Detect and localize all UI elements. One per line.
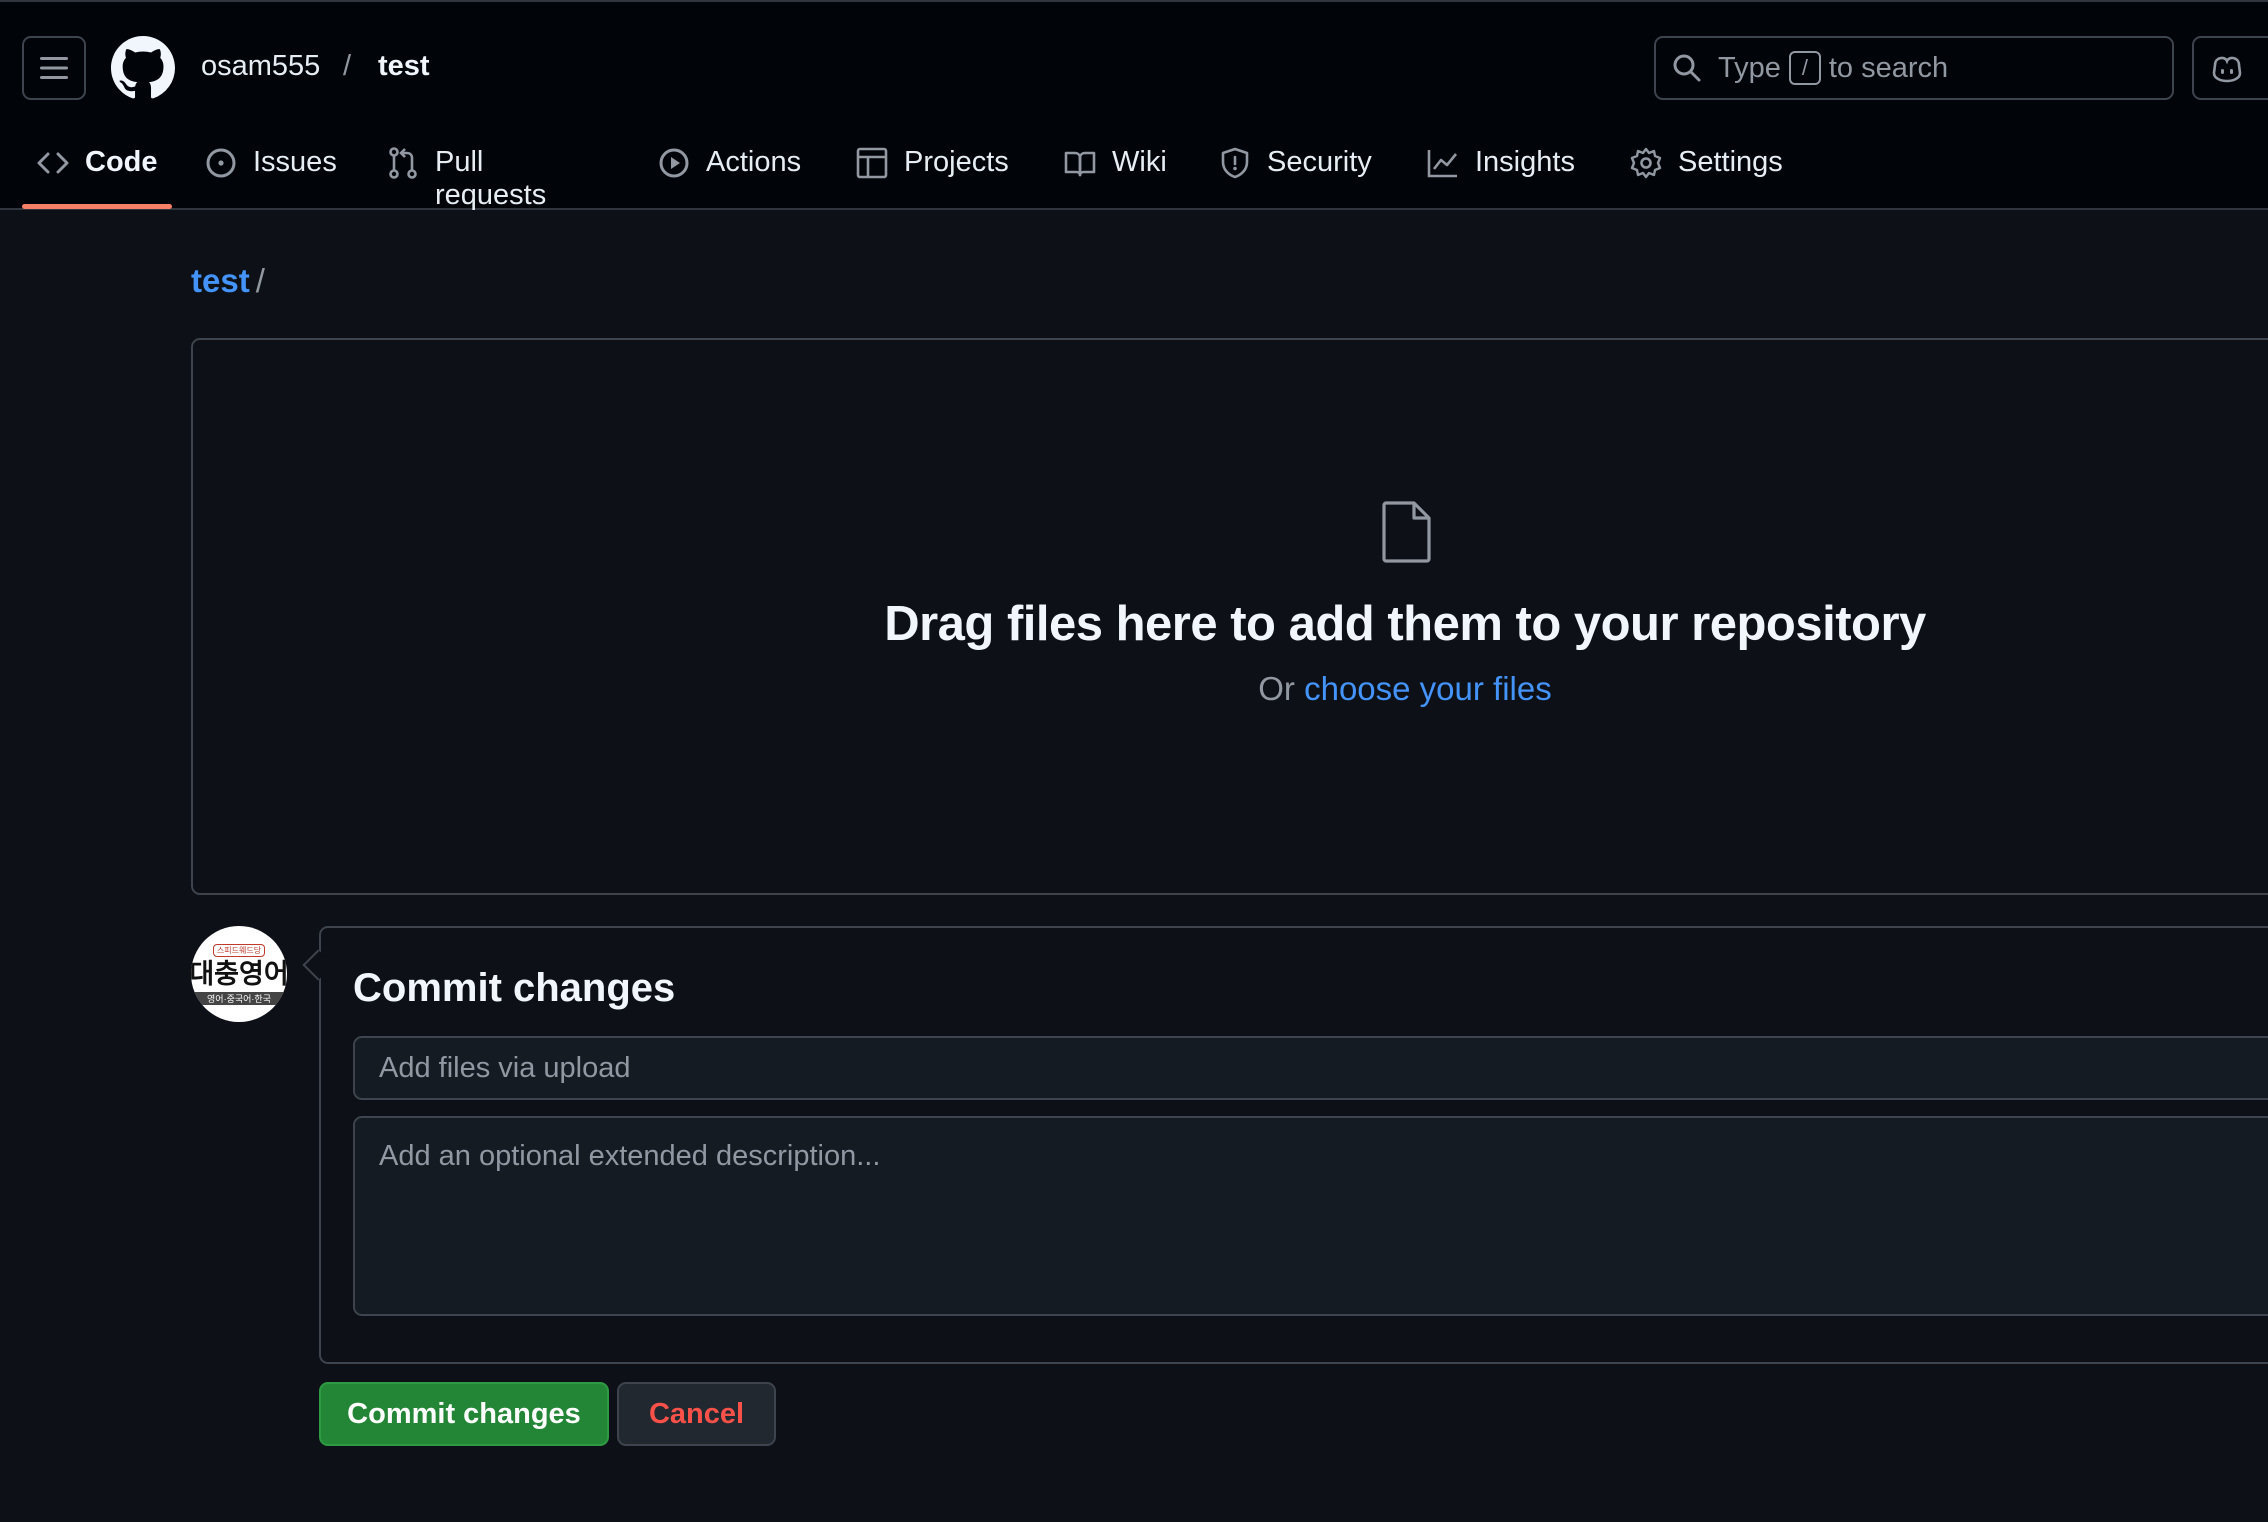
tab-label: Issues [253, 146, 337, 178]
tab-pull-requests[interactable]: Pull requests [387, 132, 547, 211]
search-suffix-text: to search [1828, 51, 1949, 84]
book-icon [1064, 151, 1096, 177]
copilot-button[interactable] [2192, 36, 2268, 100]
commit-title: Commit changes [353, 966, 676, 1010]
breadcrumb-owner-link[interactable]: osam555 [201, 50, 320, 83]
breadcrumb-separator: / [343, 50, 352, 82]
tab-label: Security [1267, 146, 1372, 178]
graph-icon [1427, 150, 1458, 178]
path-slash: / [255, 262, 265, 299]
avatar-main-text: 대충영어 [191, 958, 287, 989]
tab-label: Pull requests [435, 146, 547, 211]
gear-icon [1630, 147, 1662, 179]
commit-changes-button[interactable]: Commit changes [319, 1382, 609, 1446]
github-logo-icon[interactable] [111, 36, 175, 100]
avatar-bottom-text: 영어·중국어·한국 [191, 991, 287, 1005]
tab-label: Actions [706, 146, 802, 178]
search-icon [1673, 54, 1701, 82]
active-tab-indicator [22, 204, 172, 209]
tab-issues[interactable]: Issues [205, 132, 337, 210]
tab-label: Settings [1678, 146, 1783, 178]
file-path-breadcrumb: test / [191, 262, 265, 300]
commit-description-input[interactable] [353, 1116, 2268, 1316]
tab-wiki[interactable]: Wiki [1064, 132, 1167, 210]
global-header: osam555 / test Type / to search Code Iss… [0, 0, 2268, 211]
tab-label: Insights [1475, 146, 1575, 178]
search-shortcut-key: / [1788, 51, 1821, 85]
breadcrumb-repo-link[interactable]: test [378, 50, 430, 83]
tab-settings[interactable]: Settings [1630, 132, 1783, 210]
path-repo-link[interactable]: test [191, 262, 250, 299]
dropzone-or-text: Or [1258, 670, 1295, 707]
tab-label: Wiki [1112, 146, 1167, 178]
file-icon [1382, 501, 1431, 563]
tab-label: Projects [904, 146, 1009, 178]
dropzone-title: Drag files here to add them to your repo… [884, 597, 1926, 651]
copilot-icon [2212, 56, 2242, 83]
tab-label: Code [85, 146, 158, 178]
search-box[interactable]: Type / to search [1654, 36, 2174, 100]
shield-icon [1221, 147, 1249, 179]
menu-button[interactable] [22, 36, 86, 100]
avatar-top-text: 스피드웨드당 [212, 943, 266, 957]
commit-summary-input[interactable] [353, 1036, 2268, 1100]
cancel-button[interactable]: Cancel [617, 1382, 776, 1446]
search-prefix-text: Type [1718, 51, 1781, 84]
hamburger-icon [40, 57, 68, 79]
play-icon [659, 148, 689, 178]
tab-insights[interactable]: Insights [1427, 132, 1575, 210]
table-icon [856, 147, 888, 179]
code-icon [37, 152, 69, 174]
tab-code[interactable]: Code [37, 132, 158, 210]
git-pull-request-icon [389, 147, 417, 179]
choose-files-link[interactable]: choose your files [1304, 670, 1552, 707]
tab-projects[interactable]: Projects [856, 132, 1009, 210]
dropzone-subtitle: Or choose your files [0, 670, 2268, 708]
tab-actions[interactable]: Actions [658, 132, 801, 210]
issue-opened-icon [206, 148, 236, 178]
avatar[interactable]: 스피드웨드당 대충영어 영어·중국어·한국 [191, 926, 287, 1022]
tab-security[interactable]: Security [1219, 132, 1372, 210]
